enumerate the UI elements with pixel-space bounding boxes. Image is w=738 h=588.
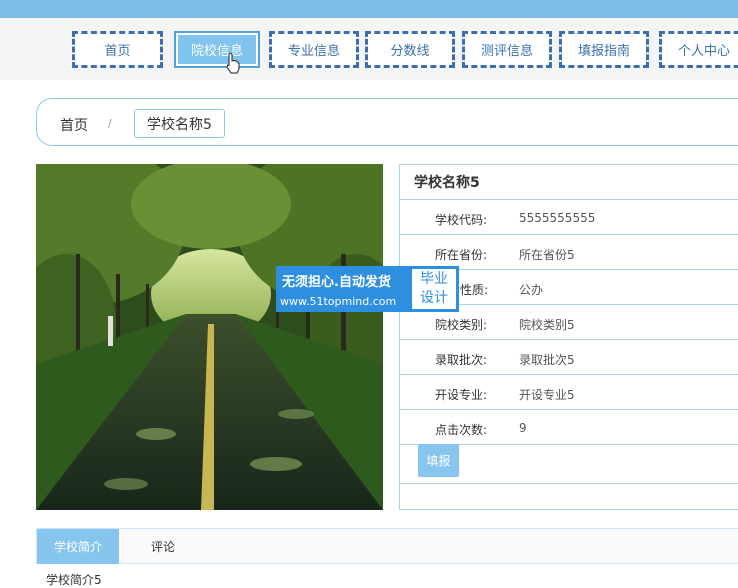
nav-item-personal-center[interactable]: 个人中心 [659, 31, 738, 68]
info-label: 点击次数: [435, 423, 488, 437]
info-value: 院校类别5 [519, 318, 575, 332]
info-label: 学校代码: [435, 213, 488, 227]
info-value: 所在省份5 [519, 248, 575, 262]
watermark-slogan: 无须担心.自动发货 [282, 275, 391, 290]
info-row-click-count: 点击次数: 9 [400, 410, 738, 445]
info-value: 录取批次5 [519, 353, 575, 367]
breadcrumb-current: 学校名称5 [134, 109, 225, 138]
school-intro-text: 学校简介5 [46, 573, 102, 587]
school-title: 学校名称5 [400, 165, 738, 200]
nav-item-school-info[interactable]: 院校信息 [174, 31, 260, 68]
watermark-badge-line1: 毕业 [420, 271, 448, 287]
tab-comments[interactable]: 评论 [133, 529, 193, 564]
hand-cursor-icon [226, 52, 240, 74]
top-header-strip [0, 0, 738, 18]
nav-item-major-info[interactable]: 专业信息 [269, 31, 359, 68]
nav-item-score-line[interactable]: 分数线 [365, 31, 455, 68]
fill-application-button[interactable]: 填报 [418, 444, 459, 477]
breadcrumb-separator: / [108, 117, 112, 130]
panel-divider [400, 483, 738, 484]
main-navigation: 首页 院校信息 专业信息 分数线 测评信息 填报指南 个人中心 [0, 18, 738, 80]
info-label: 开设专业: [435, 388, 488, 402]
info-label: 性质: [460, 283, 489, 297]
watermark-badge-line2: 设计 [420, 290, 448, 306]
school-photo [36, 164, 383, 510]
school-info-panel: 学校名称5 学校代码: 5555555555 所在省份: 所在省份5 性质: 公… [399, 164, 738, 510]
breadcrumb-home-link[interactable]: 首页 [60, 115, 88, 135]
info-row-admission-batch: 录取批次: 录取批次5 [400, 340, 738, 375]
nav-item-assessment-info[interactable]: 测评信息 [462, 31, 552, 68]
info-value: 开设专业5 [519, 388, 575, 402]
info-label: 所在省份: [435, 248, 488, 262]
tab-school-intro[interactable]: 学校简介 [37, 529, 119, 564]
watermark-url: www.51topmind.com [280, 295, 397, 308]
watermark-banner: 无须担心.自动发货 www.51topmind.com 毕业 设计 [276, 266, 459, 312]
info-label: 录取批次: [435, 353, 488, 367]
nav-item-filling-guide[interactable]: 填报指南 [559, 31, 649, 68]
info-row-majors: 开设专业: 开设专业5 [400, 375, 738, 410]
info-value: 9 [519, 421, 527, 435]
info-row-school-code: 学校代码: 5555555555 [400, 200, 738, 235]
watermark-badge: 毕业 设计 [412, 269, 456, 309]
info-value: 5555555555 [519, 211, 596, 225]
info-value: 公办 [519, 283, 544, 297]
detail-tabs: 学校简介 评论 [36, 528, 738, 564]
info-label: 院校类别: [435, 318, 488, 332]
info-row-province: 所在省份: 所在省份5 [400, 235, 738, 270]
nav-item-home[interactable]: 首页 [72, 31, 163, 68]
